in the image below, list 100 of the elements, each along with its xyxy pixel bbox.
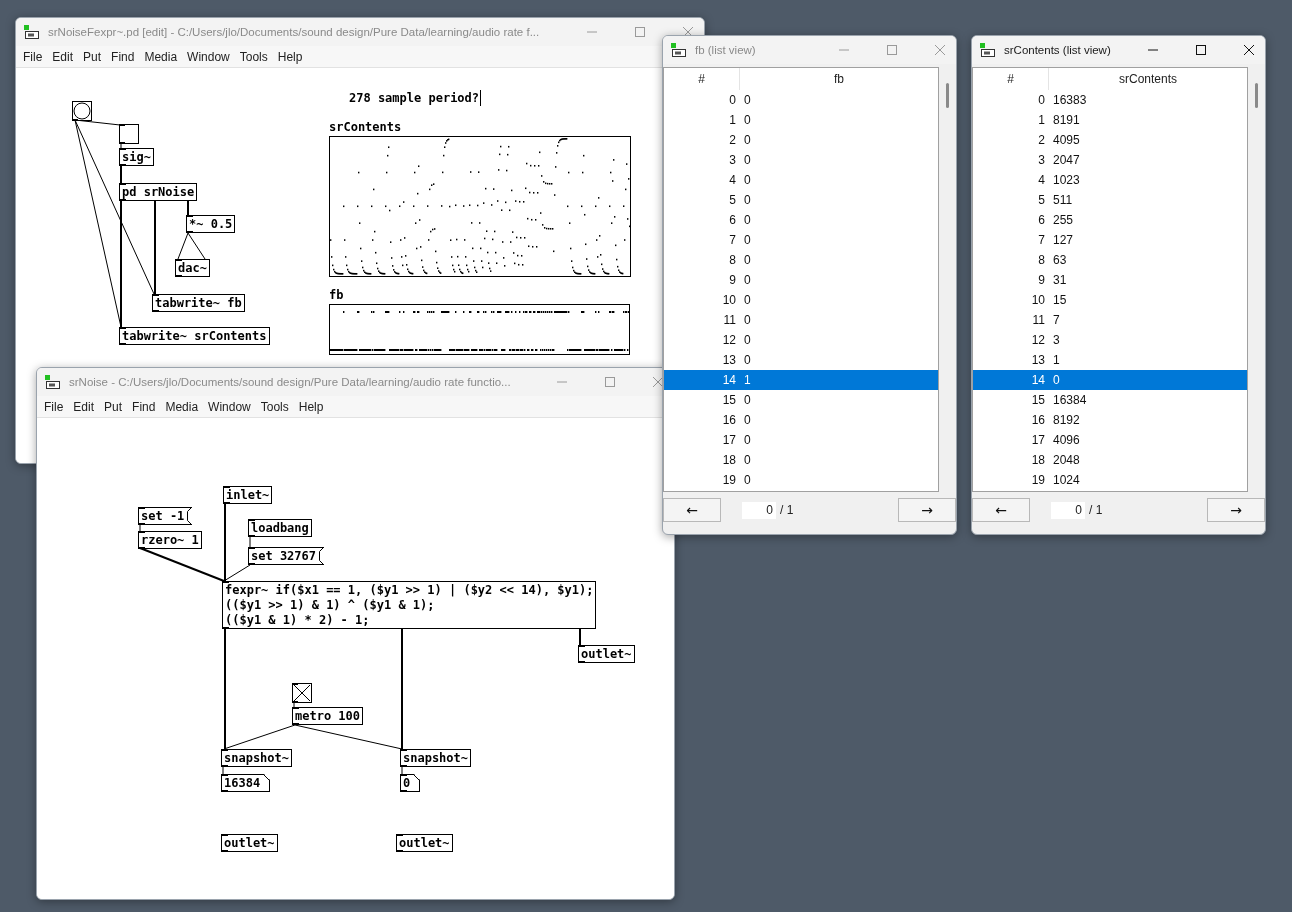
previous-page-button[interactable]: ← bbox=[972, 498, 1030, 522]
menu-item[interactable]: Window bbox=[203, 397, 256, 416]
list-row[interactable]: 5 511 bbox=[973, 190, 1248, 210]
menu-item[interactable]: Find bbox=[127, 397, 161, 416]
menu-item[interactable]: Edit bbox=[47, 47, 79, 66]
number-box[interactable]: 16384 bbox=[221, 774, 271, 792]
row-index: 12 bbox=[1030, 333, 1045, 347]
list-row[interactable]: 18 0 bbox=[664, 450, 939, 470]
menu-item[interactable]: Tools bbox=[255, 397, 294, 416]
menu-item[interactable]: Put bbox=[99, 397, 128, 416]
row-index: 8 bbox=[728, 253, 736, 267]
message-box[interactable]: set -1 bbox=[138, 507, 193, 525]
object-box[interactable]: fexpr~ if($x1 == 1, ($y1 >> 1) | ($y2 << 14), $y1); (($y1 >> 1) & 1) ^ ($y1 & 1); (($y1 & 1) * 2) - 1; bbox=[222, 581, 597, 629]
object-box[interactable]: tabwrite~ fb bbox=[152, 294, 245, 312]
page-field[interactable]: 0 bbox=[1051, 501, 1085, 519]
row-index: 7 bbox=[728, 233, 736, 247]
list-row[interactable]: 10 0 bbox=[664, 290, 939, 310]
list-row[interactable]: 7 0 bbox=[664, 230, 939, 250]
object-box[interactable]: metro 100 bbox=[292, 707, 364, 725]
scrollbar[interactable] bbox=[946, 83, 950, 108]
list-row[interactable]: 19 0 bbox=[664, 470, 939, 490]
toggle[interactable] bbox=[292, 683, 312, 703]
list-row[interactable]: 16 8192 bbox=[973, 410, 1248, 430]
list-row[interactable]: 8 0 bbox=[664, 250, 939, 270]
object-box[interactable]: dac~ bbox=[175, 259, 210, 277]
array-graph[interactable] bbox=[329, 304, 630, 355]
menu-item[interactable]: Help bbox=[272, 47, 308, 66]
message-box[interactable]: set 32767 bbox=[248, 547, 325, 565]
list-row[interactable]: 7 127 bbox=[973, 230, 1248, 250]
row-index: 19 bbox=[1030, 473, 1045, 487]
row-index: 4 bbox=[1037, 173, 1045, 187]
list-row[interactable]: 11 7 bbox=[973, 310, 1248, 330]
list-row[interactable]: 14 0 bbox=[973, 370, 1248, 390]
list-row[interactable]: 5 0 bbox=[664, 190, 939, 210]
list-row[interactable]: 8 63 bbox=[973, 250, 1248, 270]
list-row[interactable]: 17 4096 bbox=[973, 430, 1248, 450]
object-box[interactable]: tabwrite~ srContents bbox=[119, 327, 270, 345]
list-row[interactable]: 18 2048 bbox=[973, 450, 1248, 470]
row-value: 1024 bbox=[1052, 473, 1080, 487]
row-value: 15 bbox=[1052, 293, 1067, 307]
list-row[interactable]: 9 31 bbox=[973, 270, 1248, 290]
list-row[interactable]: 16 0 bbox=[664, 410, 939, 430]
close-icon[interactable] bbox=[1243, 44, 1255, 56]
object-box[interactable]: snapshot~ bbox=[400, 749, 472, 767]
list-row[interactable]: 1 0 bbox=[664, 110, 939, 130]
object-box[interactable]: *~ 0.5 bbox=[186, 215, 236, 233]
number-box[interactable]: 0 bbox=[400, 774, 421, 792]
array-graph[interactable] bbox=[329, 136, 631, 277]
menu-item[interactable]: Window bbox=[182, 47, 235, 66]
list-row[interactable]: 15 16384 bbox=[973, 390, 1248, 410]
maximize-icon[interactable] bbox=[1195, 44, 1207, 56]
previous-page-button[interactable]: ← bbox=[663, 498, 721, 522]
list-row[interactable]: 4 1023 bbox=[973, 170, 1248, 190]
next-page-button[interactable]: → bbox=[898, 498, 956, 522]
row-value: 0 bbox=[1052, 373, 1060, 387]
list-row[interactable]: 9 0 bbox=[664, 270, 939, 290]
menu-item[interactable]: Put bbox=[78, 47, 107, 66]
object-box[interactable]: loadbang bbox=[248, 519, 312, 537]
scrollbar[interactable] bbox=[1255, 83, 1259, 108]
list-row[interactable]: 6 255 bbox=[973, 210, 1248, 230]
next-page-button[interactable]: → bbox=[1207, 498, 1265, 522]
menu-item[interactable]: Find bbox=[106, 47, 140, 66]
list-row[interactable]: 3 2047 bbox=[973, 150, 1248, 170]
object-box[interactable]: outlet~ bbox=[221, 834, 278, 852]
bang-button[interactable] bbox=[72, 101, 92, 121]
list-row[interactable]: 12 3 bbox=[973, 330, 1248, 350]
list-row[interactable]: 13 0 bbox=[664, 350, 939, 370]
list-row[interactable]: 14 1 bbox=[664, 370, 939, 390]
object-box[interactable]: inlet~ bbox=[223, 486, 273, 504]
list-row[interactable]: 0 16383 bbox=[973, 90, 1248, 110]
row-value: 4095 bbox=[1052, 133, 1080, 147]
row-index: 14 bbox=[1030, 373, 1045, 387]
object-box[interactable]: rzero~ 1 bbox=[138, 531, 202, 549]
row-value: 8192 bbox=[1052, 413, 1080, 427]
list-row[interactable]: 1 8191 bbox=[973, 110, 1248, 130]
row-value: 0 bbox=[743, 473, 751, 487]
list-row[interactable]: 10 15 bbox=[973, 290, 1248, 310]
menu-item[interactable]: Help bbox=[293, 397, 329, 416]
menu-item[interactable]: Edit bbox=[68, 397, 100, 416]
object-box[interactable]: outlet~ bbox=[396, 834, 453, 852]
list-row[interactable]: 15 0 bbox=[664, 390, 939, 410]
menu-item[interactable]: File bbox=[39, 397, 69, 416]
list-row[interactable]: 6 0 bbox=[664, 210, 939, 230]
list-row[interactable]: 0 0 bbox=[664, 90, 939, 110]
list-row[interactable]: 2 4095 bbox=[973, 130, 1248, 150]
list-row[interactable]: 13 1 bbox=[973, 350, 1248, 370]
list-row[interactable]: 11 0 bbox=[664, 310, 939, 330]
page-field[interactable]: 0 bbox=[742, 501, 776, 519]
menu-item[interactable]: Media bbox=[160, 397, 204, 416]
menu-item[interactable]: Media bbox=[139, 47, 183, 66]
menu-item[interactable]: Tools bbox=[234, 47, 273, 66]
list-row[interactable]: 19 1024 bbox=[973, 470, 1248, 490]
list-row[interactable]: 3 0 bbox=[664, 150, 939, 170]
list-row[interactable]: 12 0 bbox=[664, 330, 939, 350]
list-row[interactable]: 2 0 bbox=[664, 130, 939, 150]
object-box[interactable]: snapshot~ bbox=[221, 749, 293, 767]
menu-item[interactable]: File bbox=[18, 47, 48, 66]
list-row[interactable]: 17 0 bbox=[664, 430, 939, 450]
object-box[interactable]: outlet~ bbox=[578, 645, 635, 663]
list-row[interactable]: 4 0 bbox=[664, 170, 939, 190]
